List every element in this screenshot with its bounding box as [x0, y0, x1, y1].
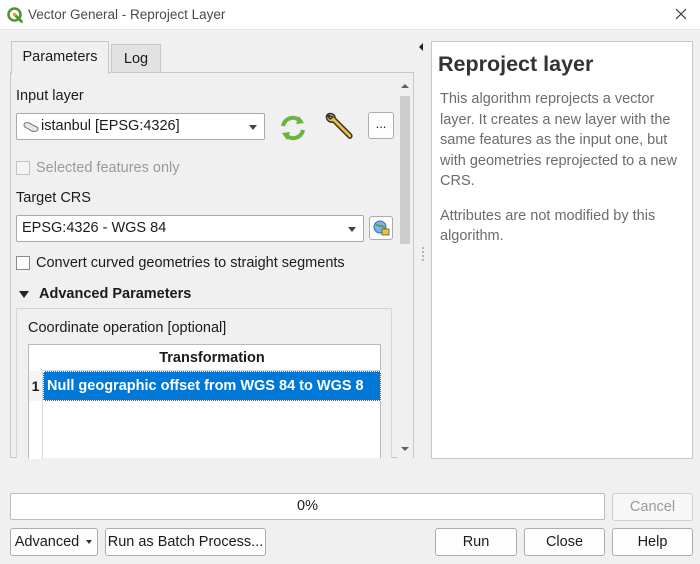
selected-features-label: Selected features only: [36, 160, 180, 176]
chevron-down-icon: [348, 227, 356, 232]
vector-layer-icon: [23, 122, 39, 132]
target-crs-combo[interactable]: EPSG:4326 - WGS 84: [16, 215, 364, 242]
run-button[interactable]: Run: [435, 528, 517, 556]
convert-curved-checkbox[interactable]: [16, 256, 30, 270]
help-description: This algorithm reprojects a vector layer…: [440, 91, 677, 189]
wrench-icon[interactable]: [322, 111, 356, 143]
advanced-button-label: Advanced: [14, 534, 80, 550]
advanced-parameters-toggle[interactable]: Advanced Parameters: [39, 286, 191, 302]
chevron-down-icon: [249, 125, 257, 130]
scrollbar-thumb[interactable]: [400, 96, 410, 244]
iterate-icon[interactable]: [277, 113, 309, 143]
chevron-down-icon: [86, 540, 93, 545]
row-number: 1: [29, 371, 43, 401]
help-title: Reproject layer: [438, 52, 594, 76]
help-attributes-note: Attributes are not modified by this algo…: [440, 207, 656, 245]
input-layer-label: Input layer: [16, 88, 84, 104]
cancel-button[interactable]: Cancel: [612, 493, 693, 521]
transformation-row[interactable]: Null geographic offset from WGS 84 to WG…: [43, 371, 381, 401]
scroll-down-icon[interactable]: [397, 443, 413, 455]
scroll-up-icon[interactable]: [397, 80, 413, 92]
row-number-column: [29, 401, 43, 459]
collapse-arrow-icon[interactable]: [18, 290, 30, 300]
transformation-table: Transformation 1 Null geographic offset …: [28, 344, 381, 459]
input-layer-combo[interactable]: istanbul [EPSG:4326]: [16, 113, 265, 140]
window-title: Vector General - Reproject Layer: [28, 7, 226, 22]
coordinate-operation-label: Coordinate operation [optional]: [28, 320, 227, 336]
title-bar: Vector General - Reproject Layer: [0, 0, 700, 30]
input-layer-value: istanbul [EPSG:4326]: [41, 118, 180, 134]
splitter-arrow-icon[interactable]: [417, 42, 425, 52]
run-batch-button[interactable]: Run as Batch Process...: [105, 528, 266, 556]
help-panel: Reproject layer This algorithm reproject…: [431, 41, 693, 459]
table-header-transformation: Transformation: [43, 345, 381, 371]
target-crs-value: EPSG:4326 - WGS 84: [22, 220, 167, 236]
input-layer-options-button[interactable]: ...: [368, 112, 394, 139]
target-crs-label: Target CRS: [16, 190, 91, 206]
crs-select-icon: [373, 220, 390, 236]
close-button[interactable]: Close: [524, 528, 605, 556]
window-close-icon[interactable]: [670, 3, 692, 25]
convert-curved-label: Convert curved geometries to straight se…: [36, 255, 345, 271]
selected-features-checkbox[interactable]: [16, 161, 30, 175]
tab-log[interactable]: Log: [111, 44, 161, 73]
qgis-logo-icon: [7, 7, 23, 23]
splitter-handle[interactable]: [422, 247, 424, 261]
advanced-button[interactable]: Advanced: [10, 528, 98, 556]
progress-bar: 0%: [10, 493, 605, 520]
help-button[interactable]: Help: [612, 528, 693, 556]
tab-parameters[interactable]: Parameters: [11, 41, 109, 74]
crs-select-button[interactable]: [369, 216, 393, 240]
